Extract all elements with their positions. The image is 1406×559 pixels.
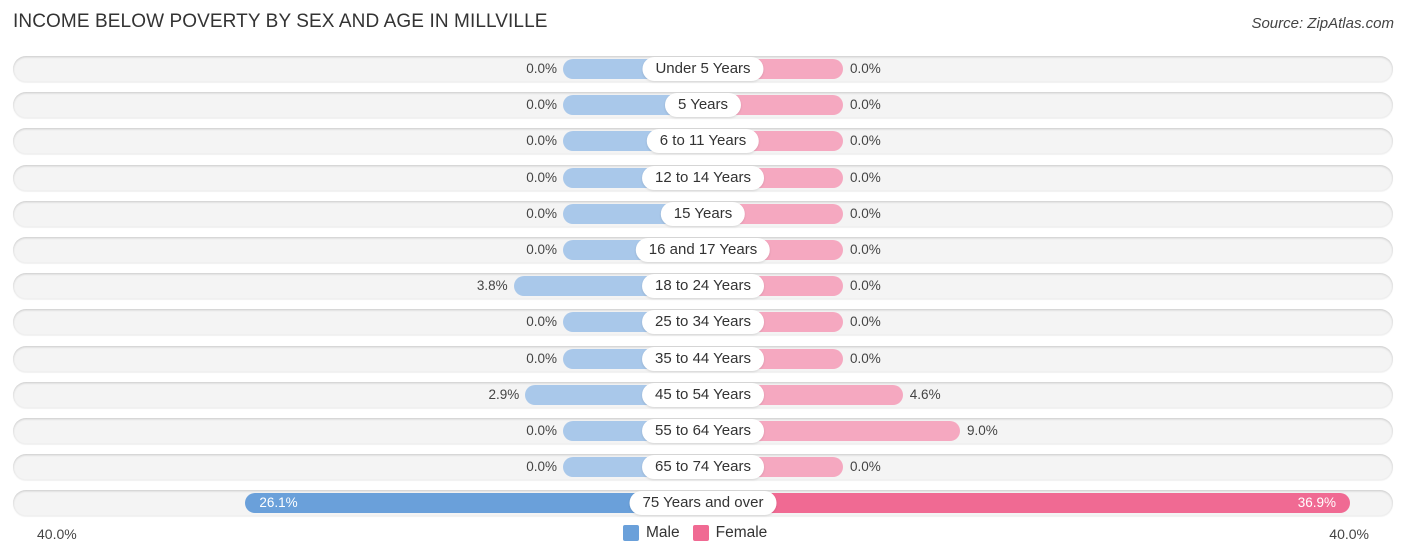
category-label: 75 Years and over — [629, 491, 777, 516]
axis-label-right: 40.0% — [1329, 526, 1369, 542]
value-label-male: 0.0% — [526, 242, 557, 257]
value-label-female: 0.0% — [850, 169, 881, 185]
category-label: 15 Years — [660, 201, 746, 226]
chart-area: 0.0% 0.0% Under 5 Years 0.0% 0.0% 5 Years 0.0%… — [0, 0, 1406, 559]
legend-label-female: Female — [715, 524, 768, 541]
category-label: 12 to 14 Years — [642, 165, 764, 190]
value-label-female: 4.6% — [909, 386, 941, 402]
value-label-female: 0.0% — [850, 350, 881, 366]
value-label-female: 9.0% — [967, 423, 998, 438]
value-label-female: 0.0% — [850, 97, 881, 113]
category-label: 45 to 54 Years — [642, 382, 764, 407]
value-label-female: 0.0% — [850, 242, 881, 257]
legend-item-female[interactable]: Female — [692, 524, 768, 542]
bar-female[interactable] — [703, 493, 1351, 514]
value-label-female: 0.0% — [850, 205, 881, 221]
value-label-male: 0.0% — [526, 205, 557, 221]
value-label-male: 26.1% — [259, 495, 298, 511]
category-label: 16 and 17 Years — [635, 238, 771, 262]
value-label-male: 0.0% — [526, 61, 557, 76]
value-label-male: 0.0% — [526, 133, 557, 149]
category-label: 35 to 44 Years — [642, 346, 764, 371]
value-label-male: 3.8% — [476, 278, 508, 294]
value-label-male: 0.0% — [526, 459, 557, 475]
category-label: 55 to 64 Years — [642, 419, 764, 443]
axis-label-left: 40.0% — [37, 526, 77, 542]
value-label-male: 0.0% — [526, 97, 557, 113]
value-label-female: 0.0% — [850, 61, 881, 76]
value-label-male: 0.0% — [526, 169, 557, 185]
category-label: 6 to 11 Years — [646, 129, 760, 154]
category-label: 18 to 24 Years — [642, 274, 764, 299]
value-label-male: 0.0% — [526, 314, 557, 330]
category-label: 65 to 74 Years — [642, 455, 764, 480]
legend-swatch-male — [623, 525, 639, 541]
legend-item-male[interactable]: Male — [623, 524, 680, 542]
legend-swatch-female — [692, 525, 709, 541]
value-label-female: 36.9% — [1297, 495, 1337, 511]
legend-label-male: Male — [646, 524, 680, 541]
category-label: 5 Years — [664, 93, 742, 118]
value-label-female: 0.0% — [850, 278, 881, 294]
category-label: 25 to 34 Years — [642, 310, 764, 335]
value-label-female: 0.0% — [850, 459, 881, 475]
category-label: Under 5 Years — [642, 57, 764, 81]
value-label-male: 0.0% — [526, 423, 557, 438]
value-label-female: 0.0% — [850, 314, 881, 330]
value-label-female: 0.0% — [850, 133, 881, 149]
legend: Male Female — [623, 524, 780, 542]
value-label-male: 2.9% — [488, 386, 520, 402]
value-label-male: 0.0% — [526, 350, 557, 366]
